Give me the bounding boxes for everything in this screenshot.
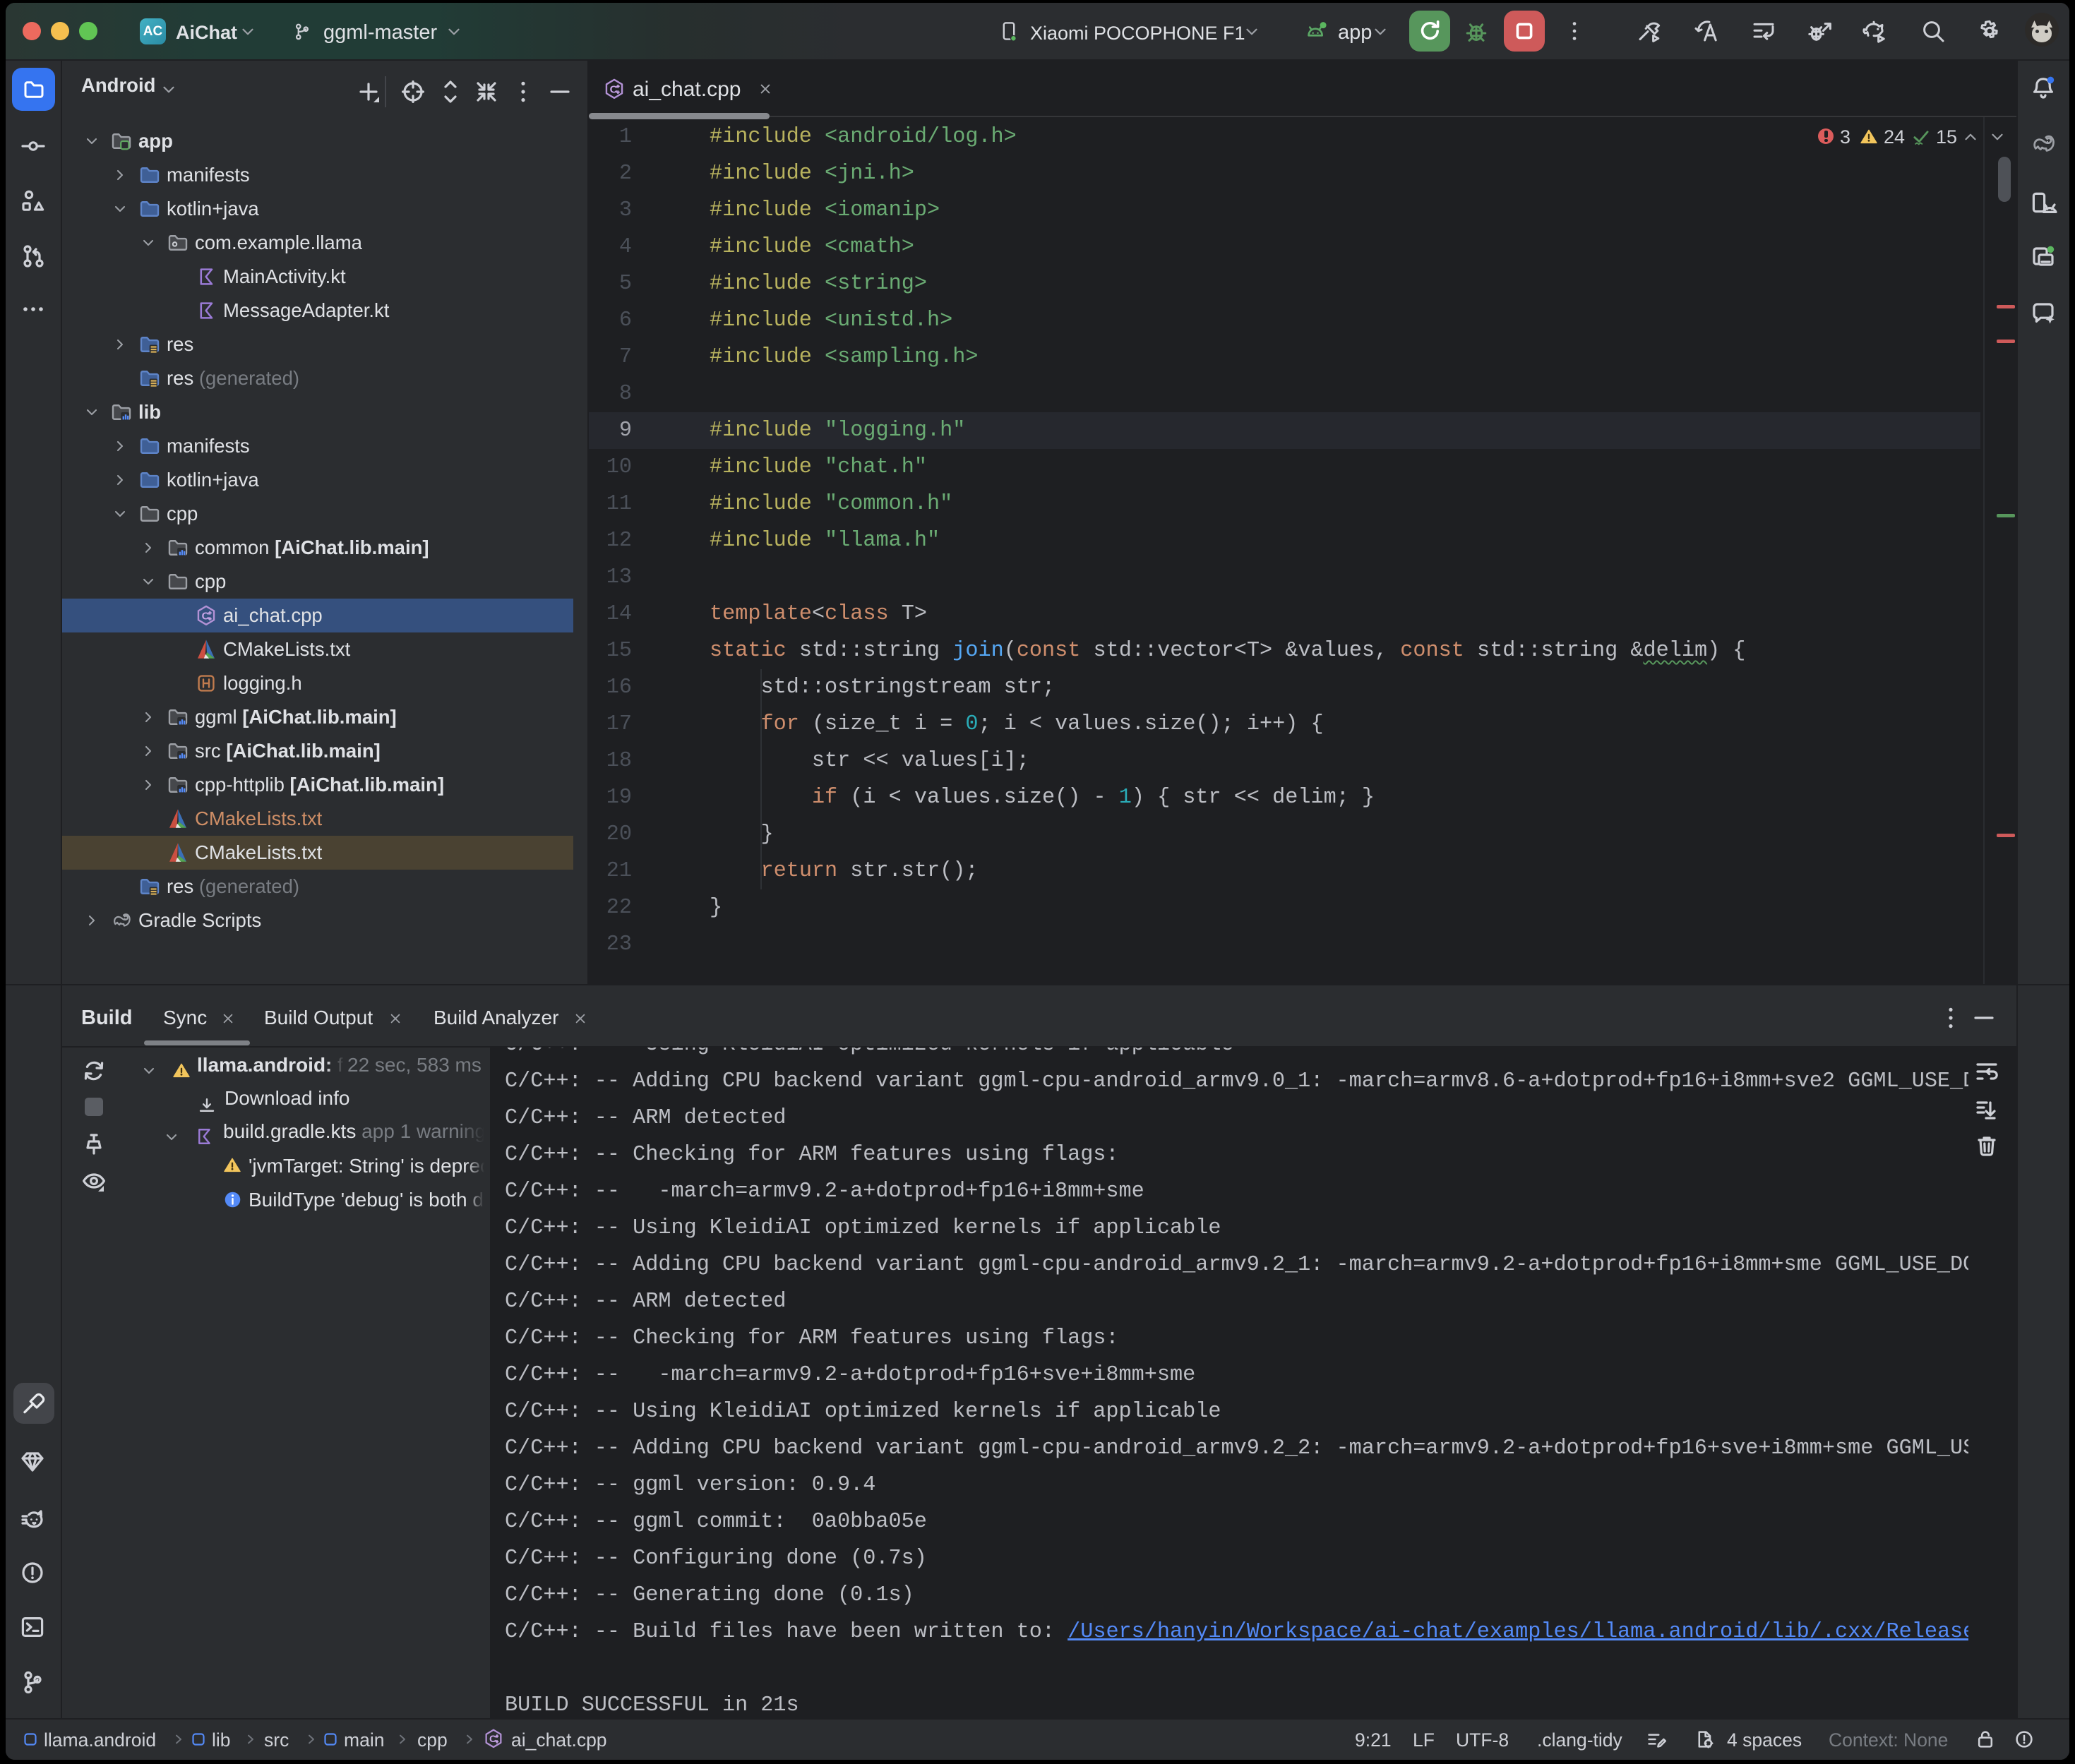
svg-text:C: C	[610, 83, 618, 95]
svg-text:C: C	[202, 610, 210, 622]
svg-text:C: C	[489, 1734, 496, 1745]
